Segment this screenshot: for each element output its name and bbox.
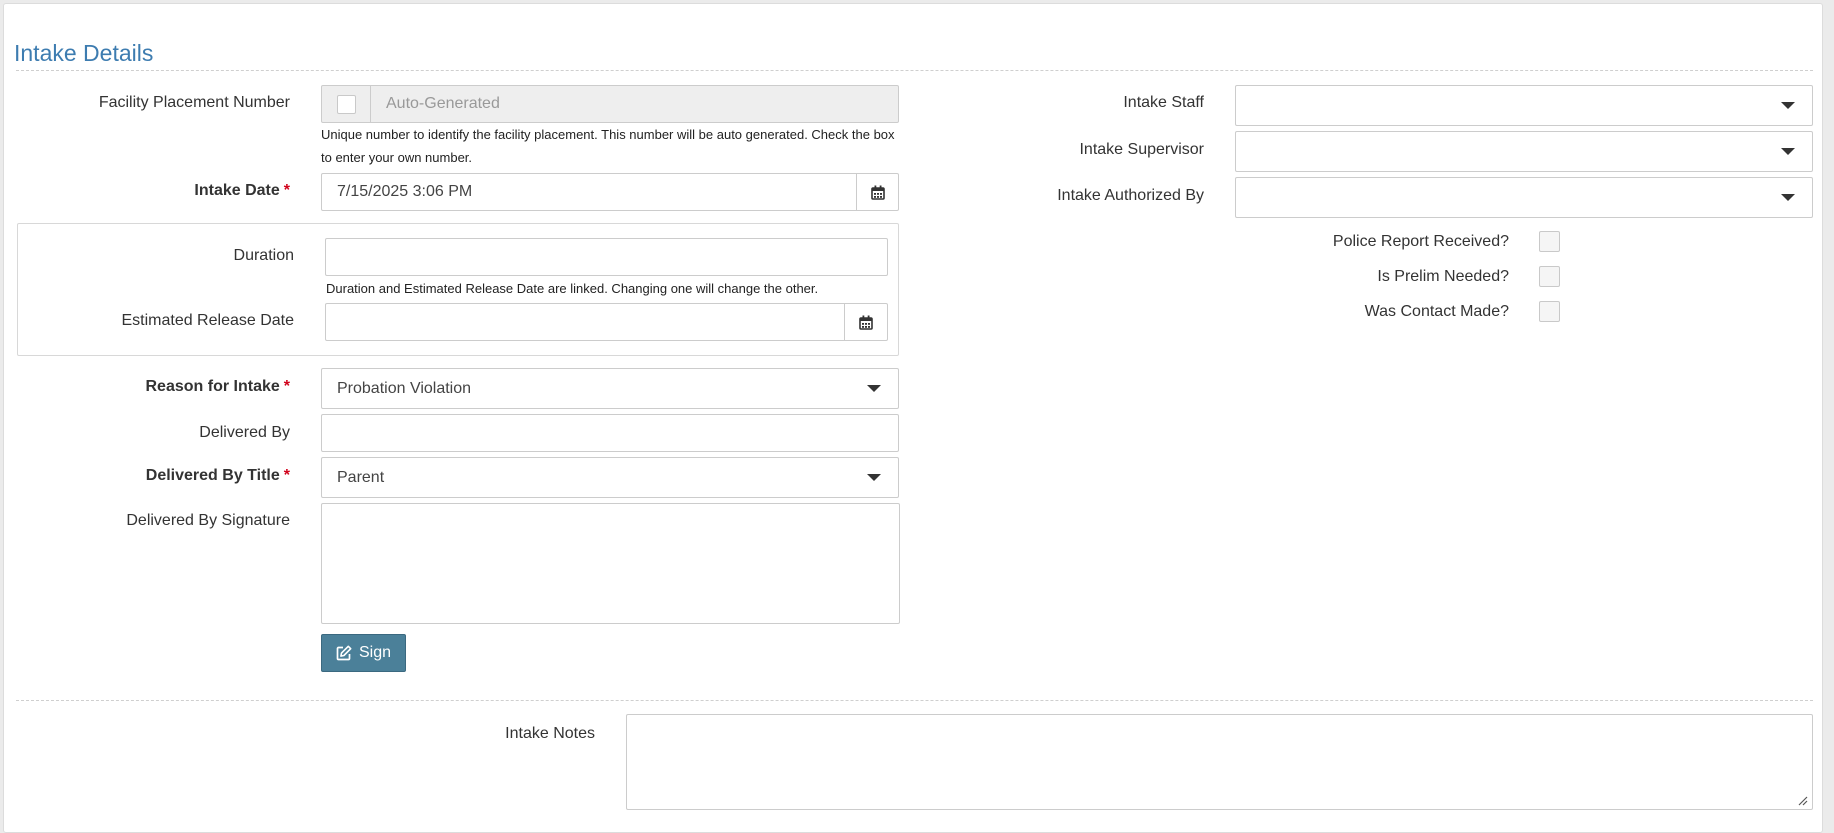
chevron-down-icon: [1781, 148, 1795, 155]
chevron-down-icon: [867, 474, 881, 481]
own-number-checkbox[interactable]: [336, 94, 356, 114]
delivered-by-signature-label: Delivered By Signature: [126, 512, 290, 529]
reason-for-intake-select[interactable]: Probation Violation: [321, 368, 899, 409]
intake-staff-label: Intake Staff: [1123, 94, 1204, 111]
intake-date-group: 7/15/2025 3:06 PM: [321, 173, 899, 211]
intake-date-input[interactable]: 7/15/2025 3:06 PM: [337, 174, 472, 210]
calendar-icon: [859, 315, 873, 330]
required-mark: *: [283, 378, 290, 395]
intake-notes-textarea[interactable]: [626, 714, 1813, 810]
chevron-down-icon: [1781, 194, 1795, 201]
duration-label: Duration: [233, 247, 294, 264]
intake-date-label: Intake Date *: [194, 182, 290, 199]
police-report-checkbox[interactable]: [1539, 231, 1560, 252]
delivered-by-title-select[interactable]: Parent: [321, 457, 899, 498]
duration-help: Duration and Estimated Release Date are …: [326, 281, 819, 296]
intake-notes-label: Intake Notes: [505, 725, 595, 742]
own-number-addon: [322, 86, 371, 122]
contact-made-checkbox[interactable]: [1539, 301, 1560, 322]
reason-for-intake-label: Reason for Intake *: [145, 378, 291, 395]
section-divider: [16, 70, 1813, 71]
section-title: Intake Details: [14, 40, 154, 66]
signature-pad[interactable]: [321, 503, 900, 624]
facility-placement-input[interactable]: Auto-Generated: [386, 86, 500, 122]
estimated-release-calendar-button[interactable]: [844, 304, 887, 340]
police-report-label: Police Report Received?: [1332, 233, 1509, 250]
intake-details-panel: [3, 3, 1823, 833]
intake-supervisor-select[interactable]: [1235, 131, 1813, 172]
contact-made-label: Was Contact Made?: [1364, 303, 1509, 320]
prelim-needed-label: Is Prelim Needed?: [1377, 268, 1509, 285]
intake-date-calendar-button[interactable]: [856, 174, 899, 210]
estimated-release-group: [325, 303, 888, 341]
prelim-needed-checkbox[interactable]: [1539, 266, 1560, 287]
estimated-release-label: Estimated Release Date: [121, 312, 294, 329]
sign-button[interactable]: Sign: [321, 634, 406, 672]
sign-button-label: Sign: [358, 644, 392, 661]
facility-placement-help: Unique number to identify the facility p…: [321, 127, 895, 165]
intake-authorized-by-label: Intake Authorized By: [1057, 187, 1204, 204]
intake-supervisor-label: Intake Supervisor: [1079, 141, 1204, 158]
required-mark: *: [283, 467, 290, 484]
delivered-by-title-label: Delivered By Title *: [145, 467, 290, 484]
facility-placement-group: Auto-Generated: [321, 85, 899, 123]
delivered-by-input[interactable]: [321, 414, 899, 452]
intake-staff-select[interactable]: [1235, 85, 1813, 126]
calendar-icon: [871, 185, 885, 200]
delivered-by-title-value: Parent: [337, 468, 385, 486]
chevron-down-icon: [867, 385, 881, 392]
required-mark: *: [283, 182, 290, 199]
duration-input[interactable]: [325, 238, 888, 276]
facility-placement-label: Facility Placement Number: [98, 94, 290, 111]
intake-authorized-by-select[interactable]: [1235, 177, 1813, 218]
reason-for-intake-value: Probation Violation: [337, 379, 472, 397]
resize-handle-icon[interactable]: [1797, 795, 1808, 806]
chevron-down-icon: [1781, 102, 1795, 109]
notes-divider: [16, 700, 1813, 701]
delivered-by-label: Delivered By: [199, 424, 290, 441]
edit-icon: [336, 645, 352, 661]
